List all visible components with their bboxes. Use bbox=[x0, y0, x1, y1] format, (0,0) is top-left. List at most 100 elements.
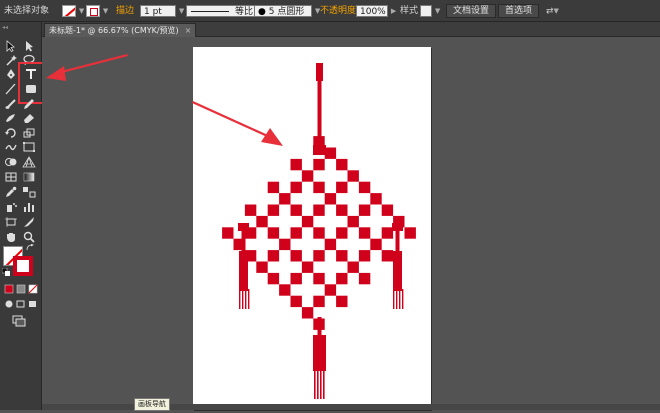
selection-tool-icon[interactable] bbox=[4, 40, 18, 52]
zoom-icon[interactable] bbox=[22, 231, 36, 243]
knot-cell bbox=[244, 204, 257, 216]
preferences-label: 首选项 bbox=[498, 4, 540, 18]
knot-cell bbox=[313, 272, 325, 285]
scale-icon[interactable] bbox=[22, 127, 36, 139]
chevron-down-icon: ▼ bbox=[434, 7, 441, 15]
magic-wand-icon[interactable] bbox=[4, 54, 18, 66]
knot-cell bbox=[290, 227, 302, 239]
color-mode-icon[interactable] bbox=[4, 284, 38, 294]
knot-cell bbox=[324, 284, 337, 296]
arrange-documents-icon[interactable]: ⇄▼ bbox=[546, 4, 559, 18]
line-tool-icon[interactable] bbox=[4, 83, 18, 95]
artboard-tool-icon[interactable] bbox=[4, 216, 18, 228]
knot-cell bbox=[267, 272, 280, 285]
tassel-thread bbox=[242, 289, 244, 309]
knot-cell bbox=[313, 250, 325, 262]
screen-mode-icon[interactable] bbox=[12, 315, 26, 327]
document-setup-button[interactable]: 文档设置 bbox=[446, 4, 497, 18]
column-graph-icon[interactable] bbox=[22, 201, 36, 213]
side-tassel-cord bbox=[241, 231, 246, 251]
mesh-icon[interactable] bbox=[4, 171, 18, 183]
brush-select[interactable]: ● 5 点圆形 bbox=[254, 5, 312, 17]
tassel-thread bbox=[393, 289, 395, 309]
style-label: 样式 bbox=[400, 6, 419, 16]
swap-fill-stroke-icon[interactable] bbox=[26, 244, 34, 252]
preferences-button[interactable]: 首选项 bbox=[498, 4, 540, 18]
stroke-weight-field[interactable]: 1 pt ▼ bbox=[140, 4, 184, 18]
blob-brush-icon[interactable] bbox=[4, 112, 18, 124]
knot-cell bbox=[336, 295, 348, 308]
opacity-field[interactable]: 100% ▶ bbox=[356, 4, 396, 18]
default-fill-stroke-icon[interactable] bbox=[2, 268, 10, 276]
knot-cell bbox=[301, 261, 314, 273]
knot-cell bbox=[347, 261, 359, 273]
top-bead bbox=[316, 63, 323, 81]
opacity-input[interactable]: 100% bbox=[356, 5, 388, 17]
knot-cell bbox=[381, 250, 394, 262]
chinese-knot-artwork[interactable] bbox=[193, 47, 431, 410]
gradient-icon[interactable] bbox=[22, 171, 36, 183]
perspective-grid-icon[interactable] bbox=[22, 156, 36, 168]
knot-cell bbox=[358, 227, 371, 239]
stroke-color-box[interactable] bbox=[13, 256, 33, 276]
stroke-swatch[interactable]: ▼ bbox=[86, 4, 108, 18]
knot-cell bbox=[301, 215, 314, 228]
panel-grip-icon[interactable]: ◂◂ bbox=[2, 24, 8, 31]
free-transform-icon[interactable] bbox=[22, 141, 36, 153]
knot-cell bbox=[256, 215, 268, 228]
knot-cell bbox=[290, 272, 302, 285]
bottom-tassel-head bbox=[313, 335, 326, 371]
fill-swatch[interactable]: ▼ bbox=[62, 4, 84, 18]
direct-selection-tool-icon[interactable] bbox=[22, 40, 36, 52]
style-swatch[interactable]: ▼ bbox=[420, 4, 440, 18]
knot-cell bbox=[336, 181, 348, 194]
opacity-panel-link[interactable]: 不透明度 bbox=[320, 4, 356, 18]
artboard[interactable] bbox=[193, 47, 431, 410]
document-setup-label: 文档设置 bbox=[446, 4, 497, 18]
draw-mode-icon[interactable] bbox=[4, 299, 38, 309]
warp-icon[interactable] bbox=[4, 141, 18, 153]
brush-dot-icon: ● bbox=[258, 7, 266, 17]
knot-cell bbox=[301, 307, 314, 319]
slice-icon[interactable] bbox=[22, 216, 36, 228]
eraser-icon[interactable] bbox=[22, 112, 36, 124]
knot-cell bbox=[358, 272, 371, 285]
tassel-thread bbox=[314, 369, 316, 399]
knot-cell bbox=[290, 181, 302, 194]
document-tab-title: 未标题-1* @ 66.67% (CMYK/预览) bbox=[49, 26, 179, 35]
knot-cell bbox=[324, 238, 337, 251]
knot-cell bbox=[222, 227, 234, 239]
blend-icon[interactable] bbox=[22, 186, 36, 198]
close-icon[interactable]: × bbox=[185, 26, 192, 35]
knot-cell bbox=[404, 227, 416, 239]
pen-tool-icon[interactable] bbox=[4, 68, 18, 80]
symbol-sprayer-icon[interactable] bbox=[4, 201, 18, 213]
selection-status: 未选择对象 bbox=[4, 6, 50, 16]
knot-cell bbox=[301, 170, 314, 182]
eyedropper-icon[interactable] bbox=[4, 186, 18, 198]
rotate-icon[interactable] bbox=[4, 127, 18, 139]
knot-cell bbox=[313, 227, 325, 239]
brush-label: 5 点圆形 bbox=[268, 7, 305, 17]
pencil-icon[interactable] bbox=[22, 98, 36, 110]
knot-cell bbox=[267, 227, 280, 239]
knot-cell bbox=[347, 170, 359, 182]
tooltip: 画板导航 bbox=[134, 398, 170, 411]
knot-cell bbox=[381, 204, 394, 216]
knot-cell bbox=[279, 284, 291, 296]
paintbrush-icon[interactable] bbox=[4, 98, 18, 110]
stroke-weight-input[interactable]: 1 pt bbox=[140, 5, 176, 17]
knot-cell bbox=[256, 261, 268, 273]
tassel-thread bbox=[317, 369, 319, 399]
knot-cell bbox=[290, 204, 302, 216]
knot-cell bbox=[290, 250, 302, 262]
document-tab[interactable]: 未标题-1* @ 66.67% (CMYK/预览) × bbox=[44, 23, 197, 37]
knot-cell bbox=[279, 238, 291, 251]
knot-cell bbox=[358, 204, 371, 216]
shape-builder-icon[interactable] bbox=[4, 156, 18, 168]
hand-tool-icon[interactable] bbox=[4, 231, 18, 243]
canvas-area[interactable] bbox=[42, 37, 660, 410]
stroke-panel-link[interactable]: 描边 bbox=[116, 4, 134, 18]
profile-label: 等比 bbox=[235, 7, 254, 17]
brush-definition[interactable]: ● 5 点圆形 ▼ bbox=[254, 4, 320, 18]
